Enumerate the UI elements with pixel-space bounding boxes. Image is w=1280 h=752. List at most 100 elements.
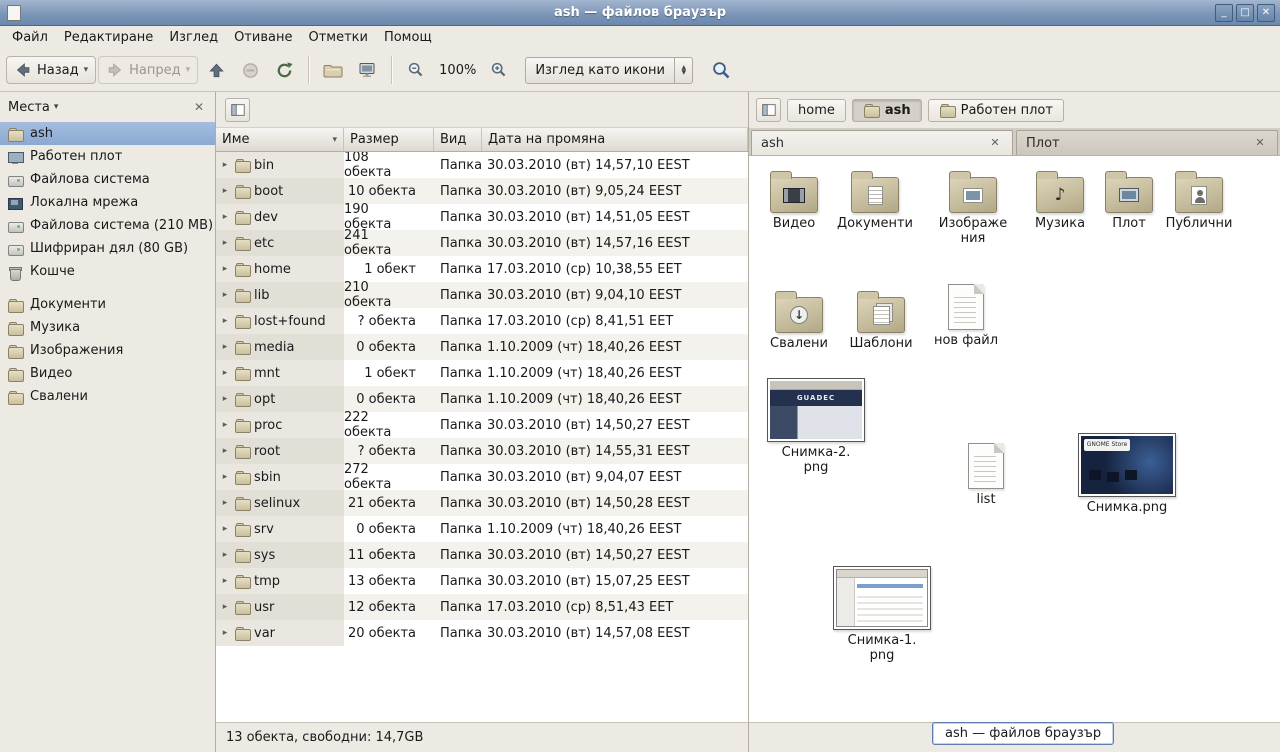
file-item[interactable]: Изображения	[934, 169, 1012, 247]
file-item[interactable]: GUADEC Снимка-2.png	[765, 378, 867, 476]
sidebar-place-item[interactable]: Кошче	[0, 260, 215, 283]
taskbar-window-button[interactable]: ash — файлов браузър	[932, 722, 1114, 745]
table-row[interactable]: ▸ usr 12 обекта Папка 17.03.2010 (ср) 8,…	[216, 594, 748, 620]
breadcrumb-desktop[interactable]: Работен плот	[928, 99, 1064, 122]
expander-icon[interactable]: ▸	[220, 186, 230, 196]
expander-icon[interactable]: ▸	[220, 524, 230, 534]
expander-icon[interactable]: ▸	[220, 316, 230, 326]
file-item[interactable]: Документи	[837, 169, 913, 232]
tab-plot[interactable]: Плот ✕	[1016, 130, 1278, 155]
table-row[interactable]: ▸ selinux 21 обекта Папка 30.03.2010 (вт…	[216, 490, 748, 516]
expander-icon[interactable]: ▸	[220, 550, 230, 560]
column-header-modified[interactable]: Дата на промяна	[482, 128, 748, 151]
expander-icon[interactable]: ▸	[220, 160, 230, 170]
back-dropdown-icon[interactable]: ▾	[84, 65, 89, 75]
tab-close-icon[interactable]: ✕	[1252, 135, 1268, 151]
expander-icon[interactable]: ▸	[220, 628, 230, 638]
file-item[interactable]: Публични	[1161, 169, 1237, 232]
file-item[interactable]: Плот	[1099, 169, 1159, 232]
computer-button[interactable]	[351, 54, 383, 86]
minimize-button[interactable]: _	[1215, 4, 1233, 22]
back-button[interactable]: Назад ▾	[6, 56, 96, 84]
breadcrumb-ash[interactable]: ash	[852, 99, 922, 122]
column-header-name[interactable]: Име ▾	[216, 128, 344, 151]
expander-icon[interactable]: ▸	[220, 576, 230, 586]
column-header-type[interactable]: Вид	[434, 128, 482, 151]
table-row[interactable]: ▸ dev 190 обекта Папка 30.03.2010 (вт) 1…	[216, 204, 748, 230]
table-row[interactable]: ▸ mnt 1 обект Папка 1.10.2009 (чт) 18,40…	[216, 360, 748, 386]
sidebar-place-item[interactable]: Видео	[0, 362, 215, 385]
table-row[interactable]: ▸ media 0 обекта Папка 1.10.2009 (чт) 18…	[216, 334, 748, 360]
menu-item[interactable]: Редактиране	[56, 28, 161, 47]
table-row[interactable]: ▸ sys 11 обекта Папка 30.03.2010 (вт) 14…	[216, 542, 748, 568]
file-item[interactable]: Снимка-1.png	[831, 566, 933, 664]
pane-location-button[interactable]	[225, 98, 250, 122]
view-mode-select[interactable]: Изглед като икони ▲▼	[525, 57, 693, 84]
file-item[interactable]: Шаблони	[846, 289, 916, 352]
expander-icon[interactable]: ▸	[220, 420, 230, 430]
up-button[interactable]	[200, 54, 232, 86]
tab-ash[interactable]: ash ✕	[751, 130, 1013, 155]
reload-button[interactable]	[268, 54, 300, 86]
file-item[interactable]: GNOME Store Снимка.png	[1075, 433, 1179, 516]
expander-icon[interactable]: ▸	[220, 238, 230, 248]
table-row[interactable]: ▸ etc 241 обекта Папка 30.03.2010 (вт) 1…	[216, 230, 748, 256]
zoom-in-button[interactable]	[483, 54, 515, 86]
sidebar-place-item[interactable]: Изображения	[0, 339, 215, 362]
forward-button[interactable]: Напред ▾	[98, 56, 198, 84]
places-title[interactable]: Места	[8, 100, 50, 115]
places-close-button[interactable]: ✕	[191, 100, 207, 114]
expander-icon[interactable]: ▸	[220, 290, 230, 300]
file-item[interactable]: Видео	[761, 169, 827, 232]
menu-item[interactable]: Отиване	[226, 28, 300, 47]
expander-icon[interactable]: ▸	[220, 212, 230, 222]
expander-icon[interactable]: ▸	[220, 498, 230, 508]
expander-icon[interactable]: ▸	[220, 602, 230, 612]
file-item[interactable]: ♪ Музика	[1027, 169, 1093, 232]
home-button[interactable]	[317, 54, 349, 86]
expander-icon[interactable]: ▸	[220, 342, 230, 352]
search-button[interactable]	[705, 54, 737, 86]
pane-location-button[interactable]	[756, 98, 781, 122]
sidebar-place-item[interactable]: Файлова система	[0, 168, 215, 191]
expander-icon[interactable]: ▸	[220, 472, 230, 482]
expander-icon[interactable]: ▸	[220, 446, 230, 456]
sidebar-place-item[interactable]: Шифриран дял (80 GB)	[0, 237, 215, 260]
menu-item[interactable]: Изглед	[161, 28, 226, 47]
file-item[interactable]: ↓ Свалени	[764, 289, 834, 352]
table-row[interactable]: ▸ boot 10 обекта Папка 30.03.2010 (вт) 9…	[216, 178, 748, 204]
column-header-size[interactable]: Размер	[344, 128, 434, 151]
sidebar-place-item[interactable]: Локална мрежа	[0, 191, 215, 214]
table-row[interactable]: ▸ lost+found ? обекта Папка 17.03.2010 (…	[216, 308, 748, 334]
sidebar-place-item[interactable]: Музика	[0, 316, 215, 339]
expander-icon[interactable]: ▸	[220, 394, 230, 404]
table-row[interactable]: ▸ root ? обекта Папка 30.03.2010 (вт) 14…	[216, 438, 748, 464]
file-item[interactable]: нов файл	[933, 284, 999, 349]
table-row[interactable]: ▸ srv 0 обекта Папка 1.10.2009 (чт) 18,4…	[216, 516, 748, 542]
sidebar-place-item[interactable]: Работен плот	[0, 145, 215, 168]
stop-button[interactable]	[234, 54, 266, 86]
sidebar-place-item[interactable]: Свалени	[0, 385, 215, 408]
table-row[interactable]: ▸ sbin 272 обекта Папка 30.03.2010 (вт) …	[216, 464, 748, 490]
table-row[interactable]: ▸ var 20 обекта Папка 30.03.2010 (вт) 14…	[216, 620, 748, 646]
expander-icon[interactable]: ▸	[220, 368, 230, 378]
menu-item[interactable]: Файл	[4, 28, 56, 47]
breadcrumb-home[interactable]: home	[787, 99, 846, 122]
sidebar-place-item[interactable]: ash	[0, 122, 215, 145]
expander-icon[interactable]: ▸	[220, 264, 230, 274]
places-dropdown-icon[interactable]: ▾	[54, 102, 59, 112]
table-row[interactable]: ▸ tmp 13 обекта Папка 30.03.2010 (вт) 15…	[216, 568, 748, 594]
sidebar-place-item[interactable]: Документи	[0, 293, 215, 316]
table-row[interactable]: ▸ home 1 обект Папка 17.03.2010 (ср) 10,…	[216, 256, 748, 282]
table-row[interactable]: ▸ proc 222 обекта Папка 30.03.2010 (вт) …	[216, 412, 748, 438]
icon-canvas[interactable]: Видео Документи Изображения ♪ Музика Пло…	[749, 155, 1280, 722]
menu-item[interactable]: Помощ	[376, 28, 440, 47]
close-button[interactable]: ✕	[1257, 4, 1275, 22]
maximize-button[interactable]: □	[1236, 4, 1254, 22]
table-row[interactable]: ▸ lib 210 обекта Папка 30.03.2010 (вт) 9…	[216, 282, 748, 308]
zoom-out-button[interactable]	[400, 54, 432, 86]
sidebar-place-item[interactable]: Файлова система (210 MB)	[0, 214, 215, 237]
table-row[interactable]: ▸ bin 108 обекта Папка 30.03.2010 (вт) 1…	[216, 152, 748, 178]
table-row[interactable]: ▸ opt 0 обекта Папка 1.10.2009 (чт) 18,4…	[216, 386, 748, 412]
menu-item[interactable]: Отметки	[300, 28, 375, 47]
